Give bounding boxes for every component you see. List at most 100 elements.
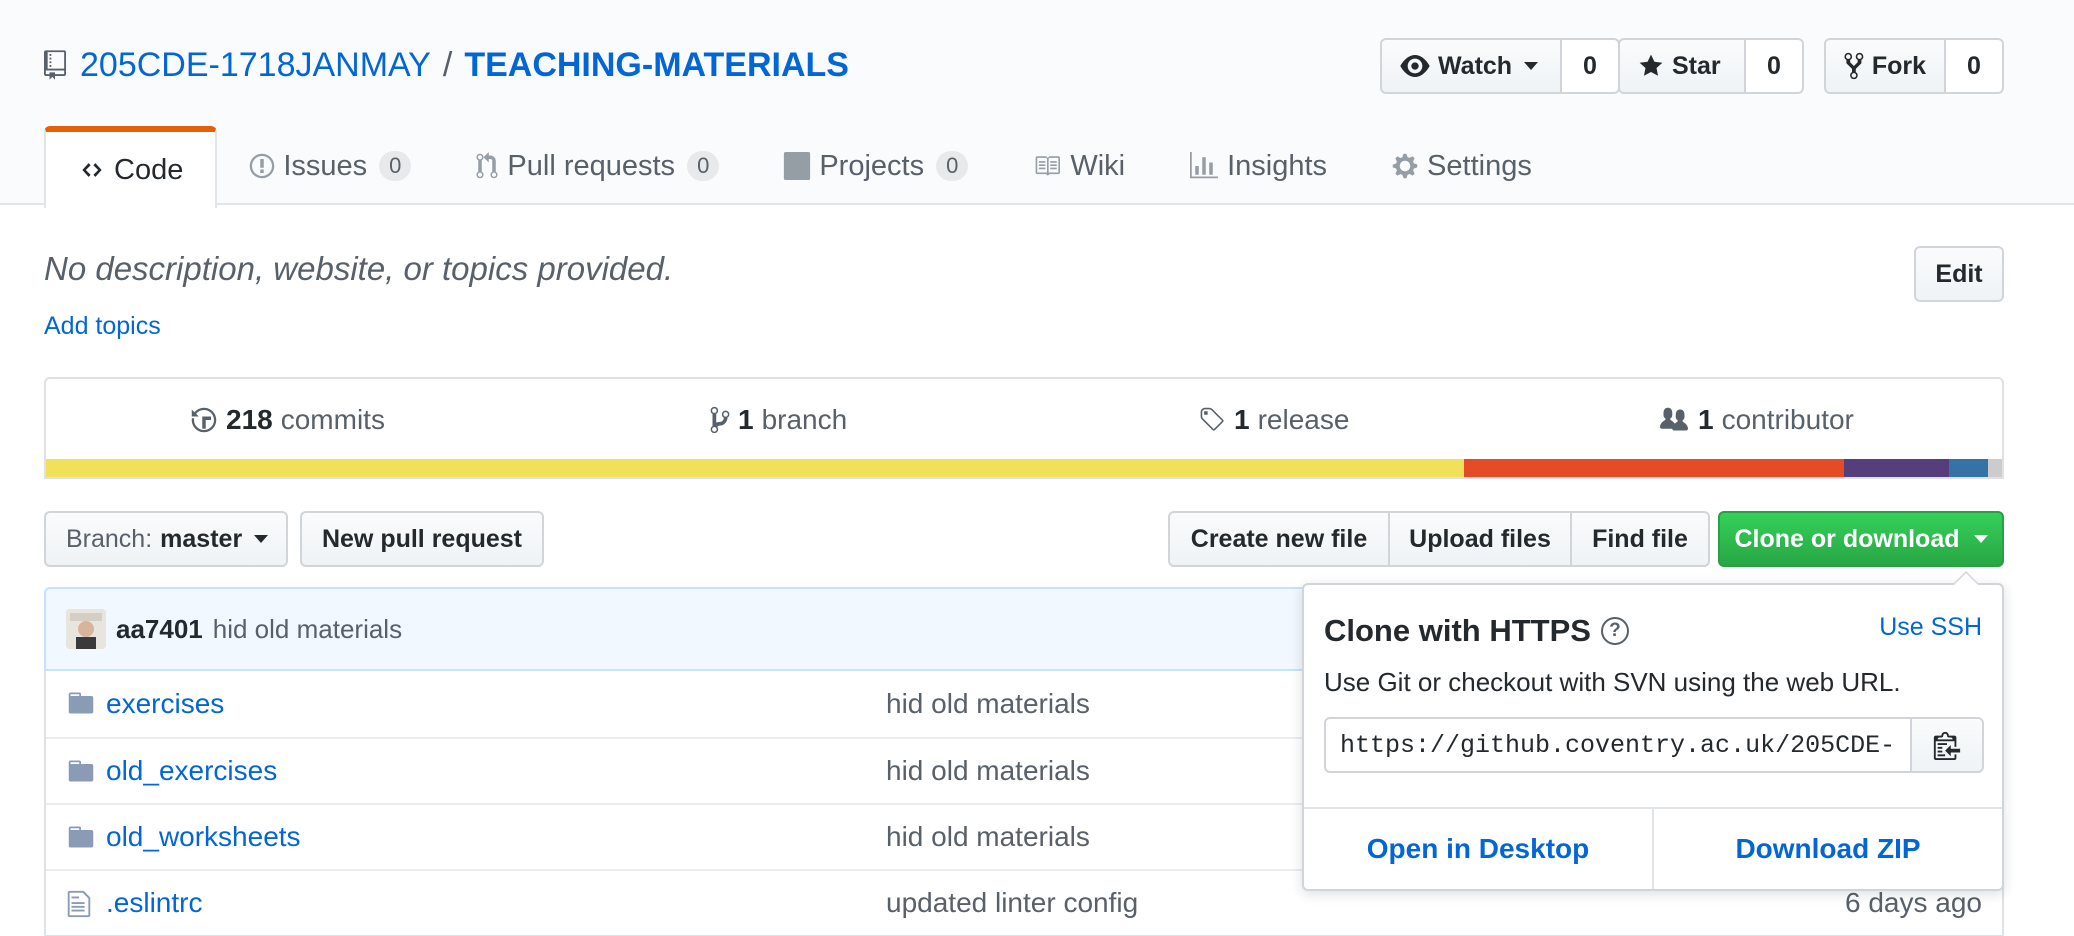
path-separator: /: [442, 45, 453, 84]
file-commit-message[interactable]: hid old materials: [886, 688, 1090, 720]
releases-label: release: [1257, 404, 1350, 435]
add-topics-link[interactable]: Add topics: [44, 312, 161, 341]
project-icon: [784, 152, 811, 180]
file-commit-message[interactable]: hid old materials: [886, 755, 1090, 787]
people-icon: [1660, 407, 1688, 431]
folder-icon: [68, 692, 94, 714]
chevron-down-icon: [1973, 535, 1988, 543]
fork-label: Fork: [1871, 51, 1926, 80]
star-count[interactable]: 0: [1746, 38, 1804, 94]
fork-button[interactable]: Fork: [1824, 38, 1946, 94]
issues-counter: 0: [379, 151, 412, 181]
tab-code[interactable]: Code: [44, 126, 218, 208]
repo-name-link[interactable]: TEACHING-MATERIALS: [464, 46, 849, 85]
star-button[interactable]: Star: [1618, 38, 1746, 94]
language-segment[interactable]: [1988, 459, 2002, 477]
repo-owner-link[interactable]: 205CDE-1718JANMAY: [80, 46, 431, 85]
language-segment[interactable]: [46, 459, 1465, 477]
branches-label: branch: [761, 404, 848, 435]
tag-icon: [1200, 407, 1224, 431]
tab-insights-label: Insights: [1227, 149, 1328, 182]
contributors-label: contributor: [1721, 404, 1854, 435]
create-new-file-button[interactable]: Create new file: [1168, 511, 1390, 567]
tab-pull-requests[interactable]: Pull requests 0: [443, 126, 751, 206]
graph-icon: [1190, 152, 1219, 179]
commits-count: 218: [226, 404, 273, 435]
clone-description: Use Git or checkout with SVN using the w…: [1324, 667, 1901, 697]
tab-projects[interactable]: Projects 0: [751, 126, 1000, 206]
file-commit-message[interactable]: hid old materials: [886, 821, 1090, 853]
question-icon[interactable]: ?: [1600, 617, 1629, 645]
pull-requests-counter: 0: [687, 151, 720, 181]
clone-title-text: Clone with HTTPS: [1324, 613, 1591, 648]
edit-description-button[interactable]: Edit: [1914, 246, 2004, 302]
clone-popover-footer: Open in Desktop Download ZIP: [1304, 807, 2002, 889]
eye-icon: [1400, 55, 1430, 77]
tab-settings-label: Settings: [1427, 149, 1532, 182]
chevron-down-icon: [1524, 62, 1539, 70]
commit-message[interactable]: hid old materials: [213, 614, 402, 645]
contributors-count: 1: [1698, 404, 1714, 435]
branch-prefix: Branch:: [66, 524, 153, 553]
file-actions-group: Create new file Upload files Find file: [1168, 511, 1710, 567]
file-name-link[interactable]: old_exercises: [106, 755, 277, 787]
copy-to-clipboard-button[interactable]: [1912, 717, 1984, 773]
file-name-link[interactable]: exercises: [106, 688, 224, 720]
history-icon: [191, 407, 217, 433]
open-in-desktop-button[interactable]: Open in Desktop: [1304, 809, 1652, 889]
language-segment[interactable]: [1464, 459, 1844, 477]
file-name-link[interactable]: .eslintrc: [106, 887, 202, 919]
file-icon: [67, 890, 91, 918]
new-pull-request-button[interactable]: New pull request: [300, 511, 544, 567]
repo-forked-icon: [1844, 52, 1864, 80]
language-segment[interactable]: [1843, 459, 1950, 477]
tab-issues[interactable]: Issues 0: [217, 126, 443, 206]
commits-link[interactable]: 218 commits: [190, 379, 385, 461]
tab-insights[interactable]: Insights: [1157, 126, 1359, 206]
clone-or-download-button[interactable]: Clone or download: [1718, 511, 2004, 567]
watch-group: Watch 0: [1380, 38, 1620, 94]
tab-pull-requests-label: Pull requests: [507, 149, 676, 182]
clippy-icon: [1933, 731, 1961, 760]
file-commit-message[interactable]: updated linter config: [886, 887, 1138, 919]
file-age: 6 days ago: [1845, 887, 1982, 918]
folder-icon: [68, 760, 94, 782]
clone-popover-title: Clone with HTTPS ?: [1324, 613, 1629, 649]
clone-url-input[interactable]: [1324, 717, 1912, 773]
language-segment[interactable]: [1949, 459, 1989, 477]
contributors-link[interactable]: 1 contributor: [1658, 379, 1854, 461]
tab-wiki-label: Wiki: [1070, 149, 1126, 182]
file-name-link[interactable]: old_worksheets: [106, 821, 301, 853]
fork-count[interactable]: 0: [1946, 38, 2004, 94]
download-zip-button[interactable]: Download ZIP: [1652, 809, 2002, 889]
clone-or-download-label: Clone or download: [1734, 524, 1960, 553]
watch-label: Watch: [1438, 51, 1513, 80]
fork-group: Fork 0: [1824, 38, 2004, 94]
folder-icon: [68, 826, 94, 848]
tab-code-label: Code: [114, 153, 184, 186]
releases-link[interactable]: 1 release: [1198, 379, 1349, 461]
book-icon: [1035, 156, 1061, 176]
repo-icon: [44, 50, 66, 80]
use-ssh-link[interactable]: Use SSH: [1879, 613, 1982, 642]
tab-projects-label: Projects: [819, 149, 925, 182]
branch-name: master: [160, 524, 243, 553]
clone-url-group: [1324, 717, 1984, 773]
watch-count[interactable]: 0: [1562, 38, 1620, 94]
gear-icon: [1392, 153, 1418, 179]
commit-author[interactable]: aa7401: [116, 614, 203, 645]
star-group: Star 0: [1618, 38, 1804, 94]
language-bar[interactable]: [46, 459, 2002, 477]
tab-wiki[interactable]: Wiki: [1000, 126, 1157, 206]
tab-issues-label: Issues: [283, 149, 368, 182]
git-branch-icon: [710, 406, 730, 434]
branch-select-button[interactable]: Branch: master: [44, 511, 288, 567]
tab-settings[interactable]: Settings: [1359, 126, 1564, 206]
branches-link[interactable]: 1 branch: [710, 379, 847, 461]
upload-files-button[interactable]: Upload files: [1388, 511, 1572, 567]
chevron-down-icon: [254, 535, 269, 543]
watch-button[interactable]: Watch: [1380, 38, 1562, 94]
issue-icon: [250, 153, 275, 179]
find-file-button[interactable]: Find file: [1570, 511, 1710, 567]
avatar[interactable]: [66, 609, 106, 649]
